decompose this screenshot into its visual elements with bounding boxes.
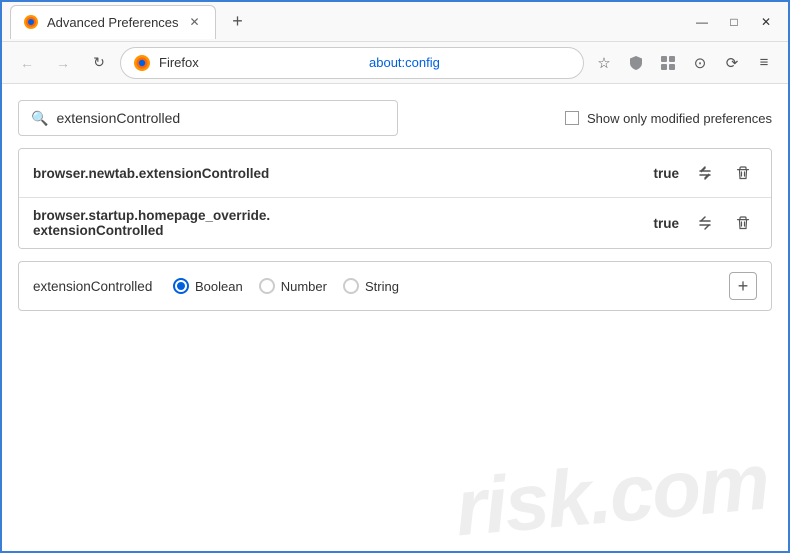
string-label: String bbox=[365, 279, 399, 294]
menu-icon[interactable]: ≡ bbox=[750, 49, 778, 77]
star-icon[interactable]: ☆ bbox=[590, 49, 618, 77]
preferences-table: browser.newtab.extensionControlled true bbox=[18, 148, 772, 249]
nav-icons-right: ☆ ⊙ ⟳ ≡ bbox=[590, 49, 778, 77]
number-option[interactable]: Number bbox=[259, 278, 327, 294]
back-button[interactable]: ← bbox=[12, 48, 42, 78]
show-modified-label: Show only modified preferences bbox=[587, 111, 772, 126]
address-bar[interactable]: Firefox about:config bbox=[120, 47, 584, 79]
minimize-button[interactable]: — bbox=[688, 8, 716, 36]
address-url: about:config bbox=[369, 55, 571, 70]
table-row: browser.startup.homepage_override. exten… bbox=[19, 198, 771, 248]
number-radio[interactable] bbox=[259, 278, 275, 294]
tab-title: Advanced Preferences bbox=[47, 15, 179, 30]
new-pref-name: extensionControlled bbox=[33, 279, 153, 294]
sync-icon[interactable]: ⟳ bbox=[718, 49, 746, 77]
string-option[interactable]: String bbox=[343, 278, 399, 294]
address-bar-favicon bbox=[133, 54, 151, 72]
shield-icon[interactable] bbox=[622, 49, 650, 77]
boolean-label: Boolean bbox=[195, 279, 243, 294]
tab-close-button[interactable]: ✕ bbox=[187, 14, 203, 30]
main-content: risk.com 🔍 Show only modified preference… bbox=[2, 84, 788, 551]
reload-button[interactable]: ↻ bbox=[84, 48, 114, 78]
extension-icon[interactable] bbox=[654, 49, 682, 77]
table-row: browser.newtab.extensionControlled true bbox=[19, 149, 771, 198]
window-controls: — □ ✕ bbox=[688, 8, 780, 36]
tab-favicon bbox=[23, 14, 39, 30]
delete-button-1[interactable] bbox=[729, 159, 757, 187]
profile-icon[interactable]: ⊙ bbox=[686, 49, 714, 77]
nav-bar: ← → ↻ Firefox about:config ☆ bbox=[2, 42, 788, 84]
forward-button[interactable]: → bbox=[48, 48, 78, 78]
pref-value-2: true bbox=[653, 216, 679, 231]
delete-button-2[interactable] bbox=[729, 209, 757, 237]
search-input[interactable] bbox=[56, 110, 385, 126]
reset-button-2[interactable] bbox=[691, 209, 719, 237]
boolean-option[interactable]: Boolean bbox=[173, 278, 243, 294]
string-radio[interactable] bbox=[343, 278, 359, 294]
close-button[interactable]: ✕ bbox=[752, 8, 780, 36]
maximize-button[interactable]: □ bbox=[720, 8, 748, 36]
pref-name-1: browser.newtab.extensionControlled bbox=[33, 166, 653, 181]
search-box[interactable]: 🔍 bbox=[18, 100, 398, 136]
pref-actions-1 bbox=[691, 159, 757, 187]
search-row: 🔍 Show only modified preferences bbox=[18, 100, 772, 136]
add-preference-button[interactable]: + bbox=[729, 272, 757, 300]
add-preference-row: extensionControlled Boolean Number Strin… bbox=[18, 261, 772, 311]
type-radio-group: Boolean Number String bbox=[173, 278, 399, 294]
boolean-radio[interactable] bbox=[173, 278, 189, 294]
pref-name-2: browser.startup.homepage_override. exten… bbox=[33, 208, 653, 238]
new-tab-button[interactable]: + bbox=[224, 8, 252, 36]
address-browser-name: Firefox bbox=[159, 55, 361, 70]
search-icon: 🔍 bbox=[31, 110, 48, 127]
show-modified-row: Show only modified preferences bbox=[565, 111, 772, 126]
pref-value-1: true bbox=[653, 166, 679, 181]
reset-button-1[interactable] bbox=[691, 159, 719, 187]
watermark: risk.com bbox=[452, 436, 772, 551]
pref-actions-2 bbox=[691, 209, 757, 237]
show-modified-checkbox[interactable] bbox=[565, 111, 579, 125]
number-label: Number bbox=[281, 279, 327, 294]
title-bar: Advanced Preferences ✕ + — □ ✕ bbox=[2, 2, 788, 42]
browser-tab[interactable]: Advanced Preferences ✕ bbox=[10, 5, 216, 39]
